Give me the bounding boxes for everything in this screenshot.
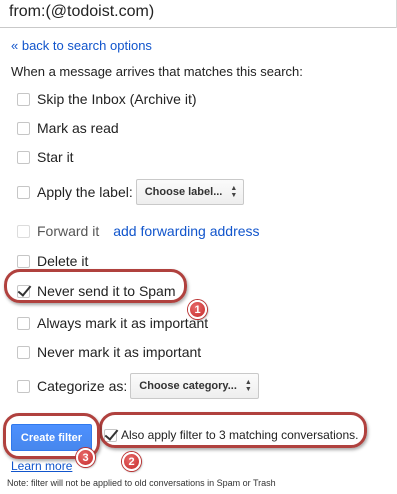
updown-arrows-icon: ▲ ▼ xyxy=(230,185,238,199)
option-never-important[interactable]: Never mark it as important xyxy=(17,342,201,362)
star-it-checkbox[interactable] xyxy=(17,150,30,164)
filter-create-panel: from:(@todoist.com) « back to search opt… xyxy=(0,0,397,494)
mark-as-read-checkbox[interactable] xyxy=(17,121,30,135)
option-delete-it[interactable]: Delete it xyxy=(17,251,88,271)
step-badge-1: 1 xyxy=(188,300,207,319)
back-to-search-options-link[interactable]: « back to search options xyxy=(11,38,152,53)
updown-arrows-icon: ▲ ▼ xyxy=(244,379,252,393)
option-label: Apply the label: xyxy=(37,184,133,200)
never-important-checkbox[interactable] xyxy=(17,345,30,359)
add-forwarding-address-link[interactable]: add forwarding address xyxy=(113,223,259,239)
label-select[interactable]: Choose label... ▲ ▼ xyxy=(135,179,245,205)
option-star-it[interactable]: Star it xyxy=(17,147,74,167)
label-select-value: Choose label... xyxy=(144,186,223,198)
option-label: Never mark it as important xyxy=(37,344,202,360)
option-apply-label[interactable]: Apply the label: Choose label... ▲ ▼ xyxy=(17,179,245,205)
option-always-important[interactable]: Always mark it as important xyxy=(17,313,208,333)
search-query-text: from:(@todoist.com) xyxy=(9,3,155,20)
always-important-checkbox[interactable] xyxy=(17,316,30,330)
option-categorize[interactable]: Categorize as: Choose category... ▲ ▼ xyxy=(17,373,259,399)
delete-it-checkbox[interactable] xyxy=(17,254,30,268)
category-select-value: Choose category... xyxy=(139,380,237,392)
option-label: Mark as read xyxy=(37,120,119,136)
step-badge-2: 2 xyxy=(122,452,141,471)
callout-never-spam xyxy=(4,269,187,303)
step-badge-3: 3 xyxy=(76,448,95,467)
filter-note: Note: filter will not be applied to old … xyxy=(7,478,276,488)
skip-inbox-checkbox[interactable] xyxy=(17,92,30,106)
apply-label-checkbox[interactable] xyxy=(17,185,30,199)
filter-intro-text: When a message arrives that matches this… xyxy=(11,64,303,79)
option-label: Delete it xyxy=(37,253,89,269)
option-skip-inbox[interactable]: Skip the Inbox (Archive it) xyxy=(17,89,197,109)
category-select[interactable]: Choose category... ▲ ▼ xyxy=(130,373,259,399)
option-label: Always mark it as important xyxy=(37,315,209,331)
search-input[interactable]: from:(@todoist.com) xyxy=(0,0,397,28)
callout-apply-to-matching xyxy=(99,412,367,448)
option-label: Star it xyxy=(37,149,74,165)
option-forward-it[interactable]: Forward it add forwarding address xyxy=(17,221,260,241)
option-label: Skip the Inbox (Archive it) xyxy=(37,91,197,107)
learn-more-link[interactable]: Learn more xyxy=(11,459,72,473)
option-mark-as-read[interactable]: Mark as read xyxy=(17,118,119,138)
categorize-checkbox[interactable] xyxy=(17,379,30,393)
option-label: Categorize as: xyxy=(37,378,128,394)
option-label: Forward it xyxy=(37,223,100,239)
forward-it-checkbox[interactable] xyxy=(17,224,30,238)
